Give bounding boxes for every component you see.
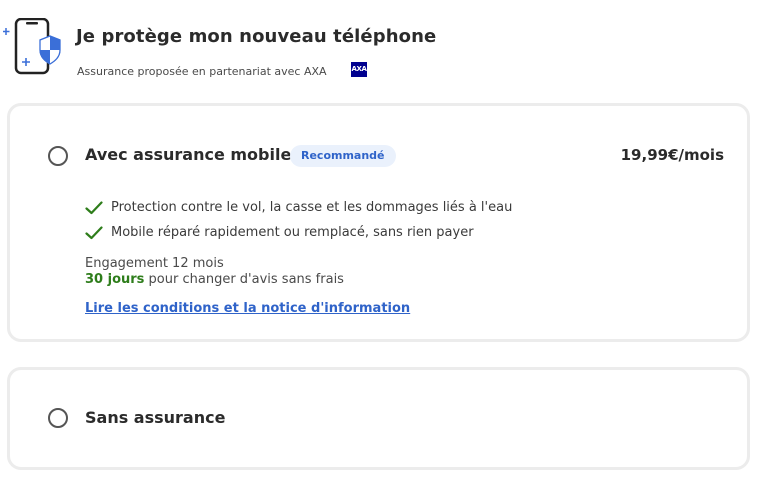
radio-without-insurance[interactable] (48, 408, 68, 428)
withdrawal-rest: pour changer d'avis sans frais (144, 272, 344, 287)
benefit-text: Protection contre le vol, la casse et le… (111, 200, 513, 215)
benefit-text: Mobile réparé rapidement ou remplacé, sa… (111, 225, 474, 240)
withdrawal-days: 30 jours (85, 272, 145, 287)
page-title: Je protège mon nouveau téléphone (76, 26, 437, 47)
phone-shield-icon (3, 18, 61, 75)
conditions-link[interactable]: Lire les conditions et la notice d'infor… (85, 301, 410, 316)
engagement-text: Engagement 12 mois (85, 256, 224, 271)
option-title: Avec assurance mobile (85, 145, 292, 164)
benefit-item: Mobile réparé rapidement ou remplacé, sa… (85, 220, 512, 245)
option-without-insurance[interactable]: Sans assurance (7, 367, 750, 470)
check-icon (85, 225, 103, 239)
option-title: Sans assurance (85, 408, 226, 427)
axa-logo: AXA (351, 62, 367, 77)
check-icon (85, 200, 103, 214)
withdrawal-period: 30 jours pour changer d'avis sans frais (85, 272, 344, 287)
option-price: 19,99€/mois (620, 146, 724, 164)
benefits-list: Protection contre le vol, la casse et le… (85, 195, 512, 245)
option-with-insurance[interactable]: Avec assurance mobile Recommandé 19,99€/… (7, 103, 750, 342)
recommended-badge: Recommandé (290, 145, 396, 167)
insurance-header: Je protège mon nouveau téléphone Assuran… (0, 0, 763, 96)
benefit-item: Protection contre le vol, la casse et le… (85, 195, 512, 220)
radio-with-insurance[interactable] (48, 146, 68, 166)
partner-subtitle: Assurance proposée en partenariat avec A… (77, 65, 327, 78)
